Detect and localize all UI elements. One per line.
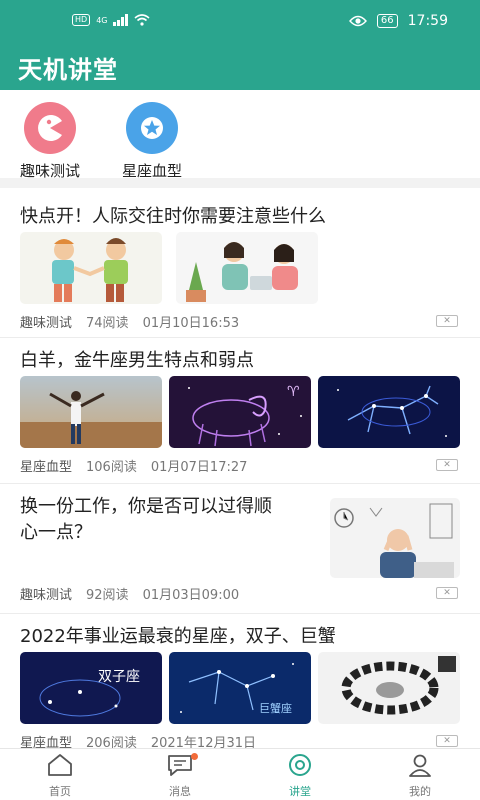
message-icon [168,755,192,776]
tab-profile[interactable]: 我的 [380,753,460,799]
article-meta: 星座血型 206阅读 2021年12月31日 [20,732,256,748]
image-caption: 巨蟹座 [259,702,292,715]
app-header: 天机讲堂 [0,44,480,90]
status-left: HD 4G [72,14,151,26]
unread-badge [191,753,198,760]
star-icon [126,102,178,154]
article-image [176,232,318,304]
article-image [318,376,460,448]
article-image [20,232,162,304]
article-reads: 92阅读 [86,588,129,603]
lecture-icon [289,754,311,776]
tab-home[interactable]: 首页 [20,753,100,799]
pacman-icon [24,102,76,154]
network-label: 4G [96,15,108,25]
article-image: ♈ [169,376,311,448]
article-meta: 趣味测试 92阅读 01月03日09:00 [20,584,239,603]
section-divider [0,178,480,188]
article-reads: 74阅读 [86,316,129,331]
article-time: 2021年12月31日 [150,736,257,748]
article-category: 星座血型 [20,460,73,475]
article-item[interactable]: 快点开！人际交往时你需要注意些什么 趣味测试 74阅读 01月10日16:53 … [0,188,480,338]
clock: 17:59 [407,13,448,29]
article-title-line2: 心一点？ [20,522,92,543]
article-title: 2022年事业运最衰的星座，双子、巨蟹 [20,626,336,647]
article-title-line1: 换一份工作，你是否可以过得顺 [20,496,272,517]
signal-icon [113,14,129,26]
article-item[interactable]: 2022年事业运最衰的星座，双子、巨蟹 双子座 巨蟹座 星座血型 206阅读 2… [0,614,480,748]
battery-indicator: 66 [376,14,398,28]
article-image [20,376,162,448]
article-category: 趣味测试 [20,316,73,331]
tab-label: 消息 [169,785,191,798]
profile-icon [409,754,431,777]
article-item[interactable]: 白羊，金牛座男生特点和弱点 ♈ 星座血型 106阅读 01月07日17:27 ✕ [0,338,480,484]
tab-messages[interactable]: 消息 [140,753,220,799]
wifi-icon [134,14,151,26]
article-image: 巨蟹座 [169,652,311,724]
hd-badge: HD [72,14,91,26]
shortcut-fun-test[interactable]: 趣味测试 [10,102,90,181]
article-meta: 星座血型 106阅读 01月07日17:27 [20,456,247,475]
svg-text:♈: ♈ [287,384,300,400]
article-title: 快点开！人际交往时你需要注意些什么 [20,206,326,227]
article-meta: 趣味测试 74阅读 01月10日16:53 [20,312,239,331]
status-bar: HD 4G 66 17:59 [0,0,480,44]
page-title: 天机讲堂 [18,56,118,84]
tab-lecture[interactable]: 讲堂 [260,753,340,799]
shortcut-horoscope[interactable]: 星座血型 [112,102,192,181]
article-category: 星座血型 [20,736,73,748]
article-image [318,652,460,724]
article-image: 双子座 [20,652,162,724]
article-feed[interactable]: 快点开！人际交往时你需要注意些什么 趣味测试 74阅读 01月10日16:53 … [0,188,480,748]
article-time: 01月10日16:53 [142,316,240,331]
article-title: 白羊，金牛座男生特点和弱点 [20,350,254,371]
tab-label: 讲堂 [289,785,311,798]
image-caption: 双子座 [98,669,140,685]
tab-label: 首页 [49,785,71,798]
dismiss-icon[interactable]: ✕ [436,735,458,747]
article-reads: 206阅读 [86,736,137,748]
category-shortcuts: 趣味测试 星座血型 [0,90,480,181]
article-image [330,498,460,578]
dismiss-icon[interactable]: ✕ [436,587,458,599]
bottom-tab-bar: 首页 消息 讲堂 我的 [0,748,480,800]
article-time: 01月03日09:00 [142,588,240,603]
dismiss-icon[interactable]: ✕ [436,459,458,471]
article-category: 趣味测试 [20,588,73,603]
article-reads: 106阅读 [86,460,137,475]
tab-label: 我的 [409,785,431,798]
article-time: 01月07日17:27 [150,460,248,475]
article-item[interactable]: 换一份工作，你是否可以过得顺 心一点？ 趣味测试 92阅读 01月03日09:0… [0,484,480,614]
status-right: 66 17:59 [348,13,448,29]
eye-icon [348,15,367,27]
home-icon [48,754,72,776]
dismiss-icon[interactable]: ✕ [436,315,458,327]
